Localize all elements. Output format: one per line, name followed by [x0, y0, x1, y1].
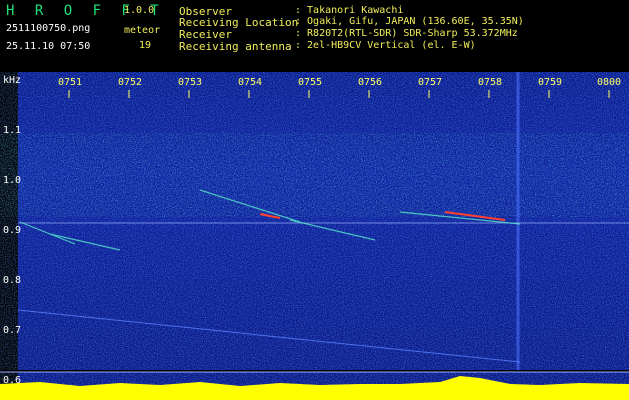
observer-value: : Takanori Kawachi — [295, 5, 404, 16]
meteor-count: 19 — [139, 40, 152, 51]
receiver-label: Receiver — [179, 28, 232, 41]
time-tick-0800: 0800 — [597, 77, 622, 88]
time-tick-0759: 0759 — [538, 77, 563, 88]
location-value: : Ogaki, Gifu, JAPAN (136.60E, 35.35N) — [295, 16, 524, 27]
spectrogram-plot — [0, 72, 629, 400]
plot-noise — [18, 72, 629, 372]
mode-label: meteor — [124, 25, 161, 36]
time-tick-0753: 0753 — [178, 77, 203, 88]
time-tick-0755: 0755 — [298, 77, 323, 88]
y-axis-unit: kHz — [3, 75, 22, 86]
file-name: 2511100750.png — [6, 23, 91, 34]
time-tick-0754: 0754 — [238, 77, 263, 88]
y-tick-label-0-7: 0.7 — [3, 325, 22, 336]
antenna-label: Receiving antenna — [179, 40, 292, 53]
y-tick-label-0-6: 0.6 — [3, 375, 22, 386]
time-tick-0756: 0756 — [358, 77, 383, 88]
time-tick-0752: 0752 — [118, 77, 143, 88]
y-tick-label-0-9: 0.9 — [3, 225, 22, 236]
location-label: Receiving Location — [179, 16, 299, 29]
signal-band — [18, 140, 629, 210]
time-tick-0751: 0751 — [58, 77, 83, 88]
date-time: 25.11.10 07:50 — [6, 41, 91, 52]
y-tick-label-0-8: 0.8 — [3, 275, 22, 286]
y-tick-label-1-1: 1.1 — [3, 125, 22, 136]
time-tick-0757: 0757 — [418, 77, 443, 88]
time-tick-0758: 0758 — [478, 77, 503, 88]
antenna-value: : 2el-HB9CV Vertical (el. E-W) — [295, 40, 476, 51]
receiver-value: : R820T2(RTL-SDR) SDR-Sharp 53.372MHz — [295, 28, 518, 39]
y-tick-label-1-0: 1.0 — [3, 175, 22, 186]
app-version: 1.0.0 — [124, 5, 155, 16]
info-header: H R O F F T 1.0.0 2511100750.png 25.11.1… — [0, 0, 629, 72]
